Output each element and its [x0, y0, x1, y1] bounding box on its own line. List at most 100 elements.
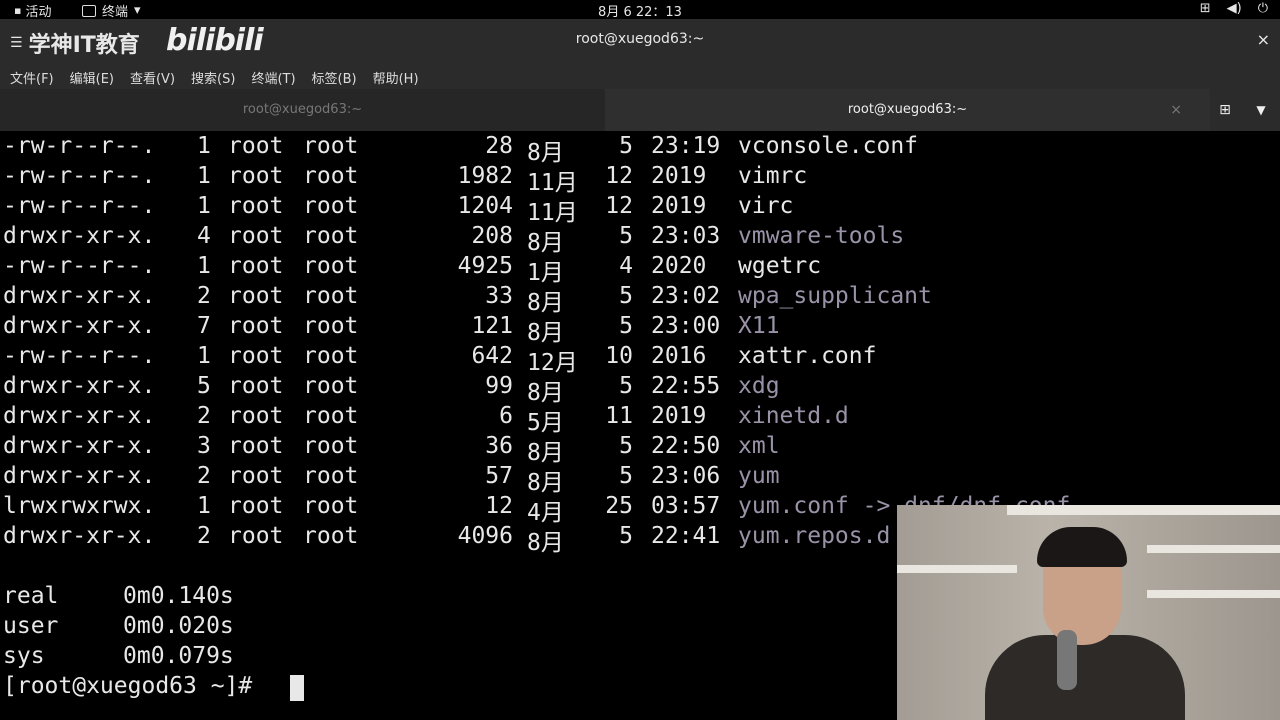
listing-links: 7 [197, 313, 211, 339]
presenter-body [985, 635, 1185, 720]
listing-group: root [303, 133, 359, 159]
listing-owner: root [228, 493, 284, 519]
listing-day: 5 [619, 283, 633, 309]
timing-label: user [3, 613, 59, 639]
listing-links: 4 [197, 223, 211, 249]
system-top-bar: ▪ 活动 终端 ▾ 8月 6 22：13 ⊞ ◀) ⏻ [0, 0, 1280, 20]
tab-bar: root@xuegod63:~ root@xuegod63:~ × ⊞ ▼ [0, 89, 1280, 131]
listing-day: 5 [619, 373, 633, 399]
listing-day: 5 [619, 313, 633, 339]
tab-2[interactable]: root@xuegod63:~ × [605, 89, 1210, 131]
listing-group: root [303, 283, 359, 309]
listing-links: 1 [197, 493, 211, 519]
presenter-hair [1037, 527, 1127, 567]
listing-day: 12 [605, 193, 633, 219]
listing-perm: lrwxrwxrwx. [3, 493, 156, 519]
listing-links: 1 [197, 343, 211, 369]
listing-perm: -rw-r--r--. [3, 163, 156, 189]
menu-item[interactable]: 搜索(S) [191, 68, 235, 87]
listing-name: xinetd.d [738, 403, 849, 429]
listing-size: 1204 [457, 193, 513, 219]
bookshelf [1007, 505, 1280, 515]
listing-time: 23:00 [651, 313, 721, 339]
listing-owner: root [228, 343, 284, 369]
timing-value: 0m0.140s [123, 583, 234, 609]
listing-size: 208 [471, 223, 513, 249]
listing-links: 1 [197, 163, 211, 189]
timing-value: 0m0.020s [123, 613, 234, 639]
listing-links: 1 [197, 133, 211, 159]
listing-group: root [303, 403, 359, 429]
listing-owner: root [228, 373, 284, 399]
tab-menu-button[interactable]: ▼ [1246, 89, 1276, 131]
listing-time: 22:55 [651, 373, 721, 399]
listing-links: 2 [197, 523, 211, 549]
menu-item[interactable]: 文件(F) [10, 68, 54, 87]
listing-perm: drwxr-xr-x. [3, 433, 156, 459]
bookshelf [1147, 545, 1280, 553]
listing-links: 3 [197, 433, 211, 459]
menu-item[interactable]: 编辑(E) [70, 68, 114, 87]
listing-group: root [303, 523, 359, 549]
listing-day: 25 [605, 493, 633, 519]
menu-item[interactable]: 终端(T) [251, 68, 295, 87]
listing-size: 1982 [457, 163, 513, 189]
listing-day: 5 [619, 133, 633, 159]
listing-name: xml [738, 433, 780, 459]
listing-time: 2016 [651, 343, 707, 369]
listing-perm: -rw-r--r--. [3, 253, 156, 279]
tab-close-button[interactable]: × [1170, 89, 1182, 131]
listing-group: root [303, 313, 359, 339]
listing-time: 22:50 [651, 433, 721, 459]
listing-owner: root [228, 133, 284, 159]
listing-name: wpa_supplicant [738, 283, 932, 309]
listing-name: vconsole.conf [738, 133, 919, 159]
listing-group: root [303, 463, 359, 489]
listing-name: xattr.conf [738, 343, 877, 369]
listing-group: root [303, 343, 359, 369]
listing-day: 11 [605, 403, 633, 429]
listing-time: 03:57 [651, 493, 721, 519]
clock[interactable]: 8月 6 22：13 [0, 1, 1280, 20]
listing-owner: root [228, 403, 284, 429]
listing-owner: root [228, 283, 284, 309]
listing-size: 121 [471, 313, 513, 339]
listing-owner: root [228, 163, 284, 189]
window-titlebar: ☰ 学神IT教育 bilibili root@xuegod63:~ × [0, 19, 1280, 65]
listing-time: 23:03 [651, 223, 721, 249]
listing-size: 33 [485, 283, 513, 309]
listing-name: X11 [738, 313, 780, 339]
listing-links: 5 [197, 373, 211, 399]
listing-time: 23:02 [651, 283, 721, 309]
new-tab-button[interactable]: ⊞ [1210, 89, 1240, 131]
listing-day: 5 [619, 223, 633, 249]
window-close-button[interactable]: × [1257, 30, 1270, 49]
tab-1[interactable]: root@xuegod63:~ [0, 89, 605, 131]
microphone [1057, 630, 1077, 690]
window-title: root@xuegod63:~ [575, 31, 705, 47]
listing-links: 1 [197, 253, 211, 279]
listing-time: 23:19 [651, 133, 721, 159]
listing-name: yum.repos.d [738, 523, 891, 549]
system-tray[interactable]: ⊞ ◀) ⏻ [1200, 1, 1268, 16]
listing-time: 2019 [651, 193, 707, 219]
listing-name: virc [738, 193, 794, 219]
listing-links: 2 [197, 463, 211, 489]
listing-perm: drwxr-xr-x. [3, 373, 156, 399]
listing-name: wgetrc [738, 253, 822, 279]
shell-prompt: [root@xuegod63 ~]# [3, 673, 267, 699]
listing-time: 2020 [651, 253, 707, 279]
listing-owner: root [228, 253, 284, 279]
listing-size: 642 [471, 343, 513, 369]
listing-day: 4 [619, 253, 633, 279]
menu-item[interactable]: 标签(B) [312, 68, 357, 87]
listing-size: 28 [485, 133, 513, 159]
menu-item[interactable]: 查看(V) [130, 68, 175, 87]
listing-size: 4925 [457, 253, 513, 279]
menu-item[interactable]: 帮助(H) [373, 68, 419, 87]
chevron-down-icon: ▼ [1256, 103, 1266, 117]
listing-owner: root [228, 433, 284, 459]
listing-group: root [303, 163, 359, 189]
listing-time: 2019 [651, 163, 707, 189]
bookshelf [1147, 590, 1280, 598]
